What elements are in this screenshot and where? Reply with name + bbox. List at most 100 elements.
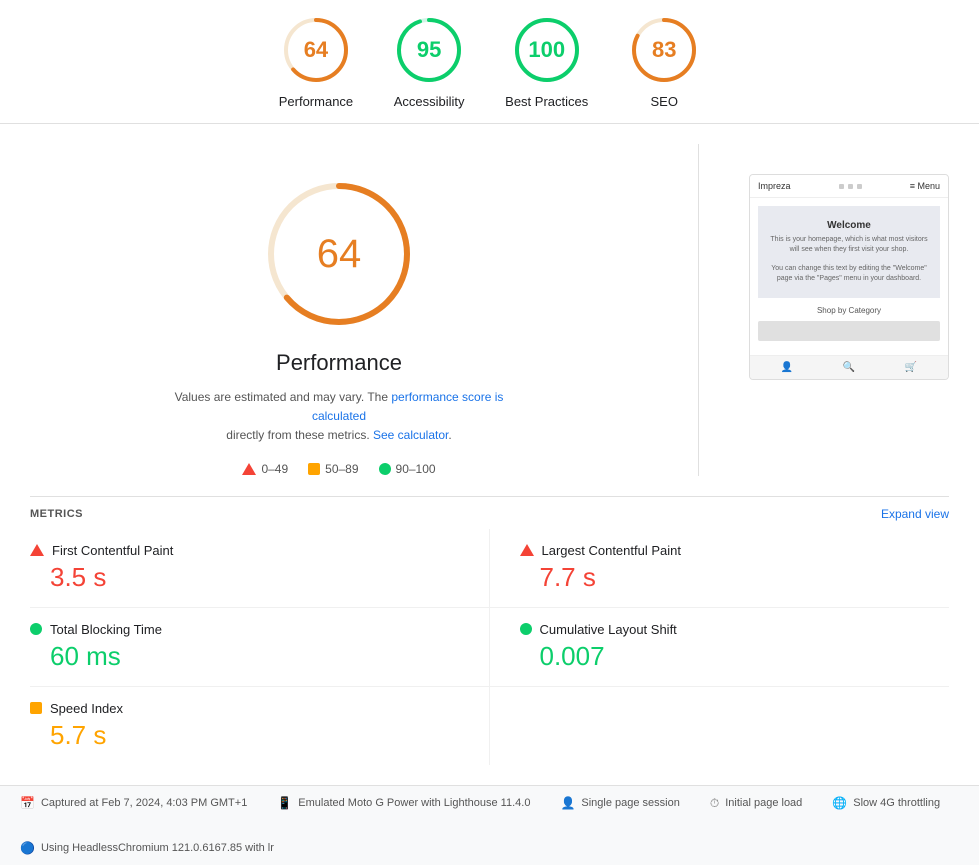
timer-icon: ⏱ [710, 796, 719, 811]
wp-nav-dot-3 [857, 184, 862, 189]
wp-footer-search-icon: 🔍 [843, 362, 855, 373]
wp-header: Impreza ≡ Menu [750, 175, 948, 198]
metric-tbt: Total Blocking Time 60 ms [30, 608, 490, 687]
webpage-preview: Impreza ≡ Menu Welcome This is your home… [749, 174, 949, 380]
info-page-load: ⏱ Initial page load [710, 796, 802, 811]
info-throttling: 🌐 Slow 4G throttling [832, 796, 940, 811]
metric-si-header: Speed Index [30, 701, 469, 716]
wp-category-box [758, 321, 940, 341]
metric-lcp-header: Largest Contentful Paint [520, 543, 950, 558]
score-value-performance: 64 [304, 37, 328, 63]
score-label-performance: Performance [279, 94, 353, 109]
perf-calc-link[interactable]: See calculator [373, 428, 448, 442]
fcp-status-icon [30, 544, 44, 556]
si-status-icon [30, 702, 42, 714]
info-throttling-text: Slow 4G throttling [853, 797, 940, 809]
metric-fcp-header: First Contentful Paint [30, 543, 469, 558]
metrics-header: METRICS Expand view [30, 496, 949, 529]
score-item-accessibility[interactable]: 95 Accessibility [393, 14, 465, 109]
info-page-load-text: Initial page load [725, 797, 802, 809]
score-item-performance[interactable]: 64 Performance [279, 14, 353, 109]
legend-green-range: 90–100 [396, 462, 436, 476]
cls-status-icon [520, 623, 532, 635]
perf-left: 64 Performance Values are estimated and … [30, 144, 648, 476]
legend-orange: 50–89 [308, 462, 358, 476]
info-browser-text: Using HeadlessChromium 121.0.6167.85 wit… [41, 842, 274, 854]
perf-desc-end: . [448, 428, 451, 442]
info-captured-text: Captured at Feb 7, 2024, 4:03 PM GMT+1 [41, 797, 247, 809]
tbt-name: Total Blocking Time [50, 622, 162, 637]
tbt-value: 60 ms [30, 641, 469, 672]
red-triangle-icon [242, 463, 256, 475]
browser-icon: 🔵 [20, 841, 35, 855]
metric-si: Speed Index 5.7 s [30, 687, 490, 765]
cls-name: Cumulative Layout Shift [540, 622, 677, 637]
info-session: 👤 Single page session [560, 796, 679, 811]
score-value-best-practices: 100 [528, 37, 565, 63]
wp-nav-label: ≡ Menu [910, 181, 940, 191]
wp-hero-title: Welcome [766, 220, 932, 231]
legend-green: 90–100 [379, 462, 436, 476]
wp-footer-user-icon: 👤 [781, 362, 793, 373]
score-circle-accessibility: 95 [393, 14, 465, 86]
score-value-accessibility: 95 [417, 37, 441, 63]
score-label-best-practices: Best Practices [505, 94, 588, 109]
main-content: 64 Performance Values are estimated and … [0, 124, 979, 785]
score-label-accessibility: Accessibility [394, 94, 465, 109]
metric-cls-header: Cumulative Layout Shift [520, 622, 950, 637]
expand-view-link[interactable]: Expand view [881, 507, 949, 521]
calendar-icon: 📅 [20, 796, 35, 810]
wp-body: Welcome This is your homepage, which is … [750, 198, 948, 355]
metric-lcp: Largest Contentful Paint 7.7 s [490, 529, 950, 608]
cls-value: 0.007 [520, 641, 950, 672]
scores-bar: 64 Performance 95 Accessibility 100 Best… [0, 0, 979, 124]
legend: 0–49 50–89 90–100 [242, 462, 435, 476]
metric-fcp: First Contentful Paint 3.5 s [30, 529, 490, 608]
big-gauge: 64 [259, 174, 419, 334]
wp-section-title: Shop by Category [758, 306, 940, 315]
phone-icon: 📱 [277, 796, 292, 810]
info-bar: 📅 Captured at Feb 7, 2024, 4:03 PM GMT+1… [0, 785, 979, 865]
perf-right: Impreza ≡ Menu Welcome This is your home… [749, 174, 949, 380]
big-gauge-value: 64 [317, 232, 362, 277]
perf-desc-part1: Values are estimated and may vary. The [175, 390, 392, 404]
user-icon: 👤 [560, 796, 575, 810]
fcp-value: 3.5 s [30, 562, 469, 593]
lcp-value: 7.7 s [520, 562, 950, 593]
legend-red-range: 0–49 [261, 462, 288, 476]
perf-desc: Values are estimated and may vary. The p… [169, 388, 509, 446]
legend-orange-range: 50–89 [325, 462, 358, 476]
wp-nav-dot-1 [839, 184, 844, 189]
si-value: 5.7 s [30, 720, 469, 751]
lcp-name: Largest Contentful Paint [542, 543, 681, 558]
metrics-grid: First Contentful Paint 3.5 s Largest Con… [30, 529, 949, 765]
green-dot-icon [379, 463, 391, 475]
wp-footer: 👤 🔍 🛒 [750, 355, 948, 379]
score-circle-seo: 83 [628, 14, 700, 86]
wp-site-name: Impreza [758, 181, 791, 191]
network-icon: 🌐 [832, 796, 847, 810]
lcp-status-icon [520, 544, 534, 556]
info-device-text: Emulated Moto G Power with Lighthouse 11… [298, 797, 530, 809]
info-captured: 📅 Captured at Feb 7, 2024, 4:03 PM GMT+1 [20, 796, 247, 811]
perf-title: Performance [276, 350, 402, 376]
wp-nav-dot-2 [848, 184, 853, 189]
score-label-seo: SEO [651, 94, 678, 109]
wp-hero: Welcome This is your homepage, which is … [758, 206, 940, 298]
wp-hero-text: This is your homepage, which is what mos… [766, 235, 932, 284]
fcp-name: First Contentful Paint [52, 543, 173, 558]
info-session-text: Single page session [581, 797, 679, 809]
wp-footer-cart-icon: 🛒 [905, 362, 917, 373]
score-item-seo[interactable]: 83 SEO [628, 14, 700, 109]
score-value-seo: 83 [652, 37, 676, 63]
perf-divider [698, 144, 699, 476]
score-circle-best-practices: 100 [511, 14, 583, 86]
tbt-status-icon [30, 623, 42, 635]
wp-nav-dots [839, 184, 862, 189]
info-browser: 🔵 Using HeadlessChromium 121.0.6167.85 w… [20, 841, 274, 855]
score-item-best-practices[interactable]: 100 Best Practices [505, 14, 588, 109]
performance-section: 64 Performance Values are estimated and … [30, 144, 949, 476]
score-circle-performance: 64 [280, 14, 352, 86]
perf-desc-part2: directly from these metrics. [226, 428, 373, 442]
metric-cls: Cumulative Layout Shift 0.007 [490, 608, 950, 687]
